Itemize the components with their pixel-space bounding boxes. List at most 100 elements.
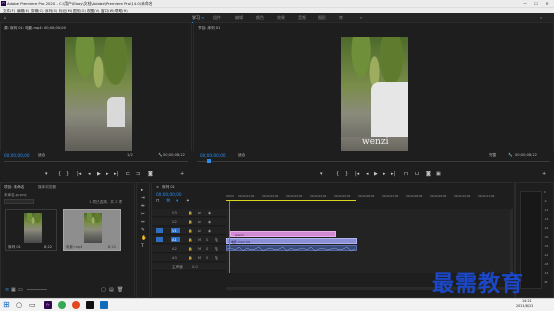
track-select-icon[interactable]: ⇥ [141,196,145,201]
frame-forward-icon[interactable]: ▸ [383,171,386,177]
workspace-tab-audio[interactable]: 音频 [298,15,306,21]
project-item-sequence[interactable]: 序列 01 8;22 [5,209,57,251]
maximize-button[interactable]: ☐ [531,0,541,7]
minimize-button[interactable]: — [520,0,530,7]
frame-back-icon[interactable]: ◂ [366,171,369,177]
track-header-a3[interactable]: A3 🔒 M S 🎙 [152,254,226,262]
extract-icon[interactable]: ⊔ [415,171,419,177]
step-forward-icon[interactable]: ▸| [114,171,118,177]
step-back-icon[interactable]: |◂ [77,171,81,177]
track-header-a2[interactable]: A2 🔒 M S 🎙 [152,245,226,253]
lock-icon[interactable]: 🔒 [188,238,192,242]
new-item-icon[interactable]: ▤ [109,287,114,293]
sync-icon[interactable]: ⇌ [198,229,201,233]
work-area-bar[interactable] [226,200,356,201]
play-icon[interactable]: ▶ [97,171,101,177]
clock-date[interactable]: 2021/8/22 [516,304,533,308]
media-player-icon[interactable] [72,301,80,309]
play-icon[interactable]: ▶ [374,171,378,177]
source-timecode[interactable]: 00;00;00;00 [4,153,30,158]
icon-view-icon[interactable]: ▦ [11,287,16,293]
playhead-marker[interactable] [207,159,211,163]
project-tab[interactable]: 项目: 未命名 [4,185,24,190]
timeline-ruler[interactable]: 00;00 00;00;01;00 00;00;02;00 00;00;03;0… [226,193,514,201]
workspace-menu-icon[interactable]: ≡ [201,15,204,20]
source-scrubber[interactable] [4,161,188,162]
frame-forward-icon[interactable]: ▸ [106,171,109,177]
lock-icon[interactable]: 🔒 [188,247,192,251]
mic-icon[interactable]: 🎙 [214,238,219,242]
premiere-taskbar-icon[interactable]: Pr [44,301,52,309]
program-scrubber[interactable] [197,161,550,162]
program-monitor-title[interactable]: 节目: 序列 01 [198,26,220,31]
source-fit-select[interactable]: 适合 [38,153,45,158]
mark-clip-icon[interactable]: } [345,171,348,177]
track-header-master[interactable]: 主声道 0.0 [152,263,226,271]
task-view-icon[interactable]: ▭ [29,301,37,309]
track-area[interactable]: wenzi 电影.mp4 [V] [226,201,510,273]
eye-icon[interactable]: ◉ [208,220,211,224]
lock-icon[interactable]: 🔒 [188,211,192,215]
program-timecode[interactable]: 00;00;00;00 [200,153,226,158]
pen-tool-icon[interactable]: ✎ [141,228,145,233]
master-value[interactable]: 0.0 [192,265,198,269]
razor-tool-icon[interactable]: ✂ [141,212,145,217]
insert-icon[interactable]: ⊏ [126,171,130,177]
mic-icon[interactable]: 🎙 [214,256,219,260]
delete-icon[interactable]: 🗑 [117,287,123,293]
list-view-icon[interactable]: ≡ [5,287,9,293]
workspace-tab-learn[interactable]: 学习 [192,15,200,23]
workspace-tab-graphics[interactable]: 图形 [318,15,326,21]
solo-icon[interactable]: S [206,238,208,242]
workspace-tab-editing[interactable]: 编辑 [235,15,243,21]
camera-icon[interactable]: ◙ [148,171,153,177]
program-scale-select[interactable]: 完整 [489,153,496,158]
add-button-icon[interactable]: + [542,171,546,177]
source-patch-a1[interactable] [156,237,163,242]
mark-in-icon[interactable]: ▾ [320,171,323,177]
terminal-icon[interactable] [86,301,94,309]
mic-icon[interactable]: 🎙 [214,247,219,251]
search-icon[interactable]: ⌕ [540,15,542,20]
workspace-tab-color[interactable]: 颜色 [256,15,264,21]
vertical-scrollbar[interactable] [510,209,513,273]
frame-back-icon[interactable]: ◂ [88,171,91,177]
eye-icon[interactable]: ◉ [208,229,211,233]
mute-icon[interactable]: M [198,256,201,260]
new-bin-icon[interactable]: ▢ [101,287,106,293]
step-forward-icon[interactable]: ▸| [391,171,395,177]
selection-tool-icon[interactable]: ▸ [141,188,143,193]
close-button[interactable]: ✕ [542,0,552,7]
lift-icon[interactable]: ⊓ [404,171,408,177]
type-tool-icon[interactable]: T [141,244,144,249]
home-icon[interactable]: ⌂ [4,15,7,20]
lock-icon[interactable]: 🔒 [188,220,192,224]
ripple-edit-icon[interactable]: ⇹ [141,204,145,209]
close-tab-icon[interactable]: × [156,185,159,189]
add-marker-icon[interactable]: ▾ [176,199,178,204]
project-item-clip[interactable]: 电影.mp4 8;22 [63,209,121,251]
lock-icon[interactable]: 🔒 [188,229,192,233]
workspace-tab-libraries[interactable]: 库 [339,15,343,21]
project-search-input[interactable] [4,199,34,204]
add-button-icon[interactable]: + [180,171,184,177]
playhead-line[interactable] [229,201,230,273]
mute-icon[interactable]: M [198,247,201,251]
linked-selection-icon[interactable]: ⌘ [166,199,171,204]
mail-icon[interactable] [100,301,108,309]
eye-icon[interactable]: ◉ [208,211,211,215]
clip-audio-a1[interactable] [226,245,357,252]
comparison-icon[interactable]: ▣ [436,171,441,177]
mute-icon[interactable]: M [198,238,201,242]
overwrite-icon[interactable]: ⊐ [136,171,140,177]
media-browser-tab[interactable]: 媒体浏览器 [38,185,56,190]
mark-out-icon[interactable]: { [58,171,61,177]
camera-icon[interactable]: ◙ [426,171,431,177]
overlay-title-text[interactable]: wenzi [362,137,388,147]
clip-video-v1[interactable]: 电影.mp4 [V] [226,238,357,244]
search-icon[interactable]: ○ [16,301,24,309]
solo-icon[interactable]: S [206,256,208,260]
track-header-v2[interactable]: V2 🔒 ⇌ ◉ [152,218,226,226]
timeline-tab[interactable]: 序列 01 [162,185,175,190]
lock-icon[interactable]: 🔒 [188,256,192,260]
